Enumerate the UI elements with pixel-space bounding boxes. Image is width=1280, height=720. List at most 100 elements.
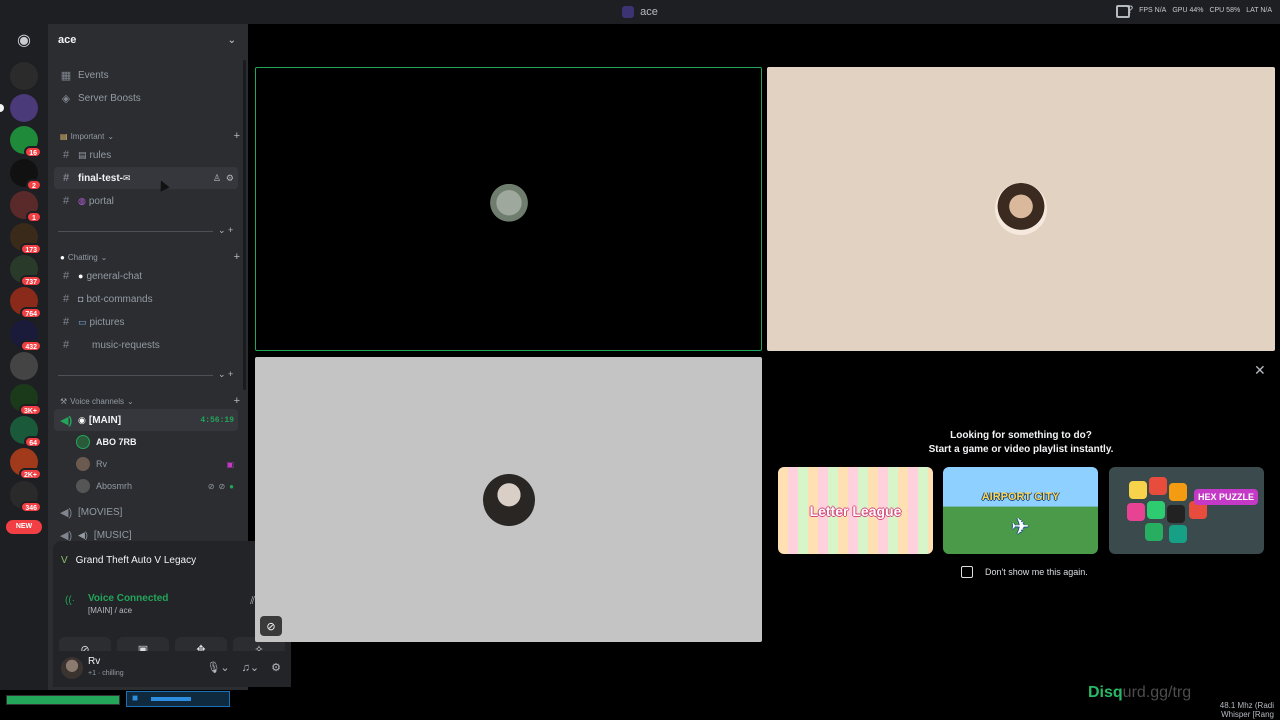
channel-pictures[interactable]: # ▭ pictures — [54, 311, 238, 333]
unread-badge: 2K+ — [18, 468, 42, 481]
unread-badge: 16 — [24, 146, 42, 159]
category-voice-channels[interactable]: ⚒ Voice channels ⌄ + — [60, 394, 240, 408]
unread-badge: 737 — [20, 275, 42, 288]
close-icon[interactable]: ✕ — [1254, 362, 1266, 379]
help-icon[interactable]: ? — [1127, 4, 1133, 16]
deafened-icon: ⊘ — [218, 481, 226, 491]
signal-icon: ((· — [65, 595, 75, 606]
video-tile[interactable] — [767, 67, 1275, 351]
channel-music-requests[interactable]: # music-requests — [54, 334, 238, 356]
server-icon[interactable]: 16 — [10, 126, 42, 159]
server-icon[interactable]: 737 — [10, 255, 42, 288]
activity-card-airport-city[interactable]: AIRPORT CITY ✈ — [943, 467, 1098, 554]
server-icon[interactable] — [10, 351, 38, 380]
channel-bot-commands[interactable]: # ◘ bot-commands — [54, 288, 238, 310]
cpu-stat: CPU 58% — [1209, 6, 1241, 14]
create-channel-icon[interactable]: + — [234, 395, 240, 407]
server-icon[interactable] — [0, 94, 38, 123]
voice-channel-movies[interactable]: ◀) [MOVIES] — [54, 501, 238, 523]
server-icon[interactable]: 2K+ — [10, 448, 42, 481]
voice-user[interactable]: Rv ▣ — [76, 454, 238, 474]
selected-indicator — [0, 104, 4, 113]
microphone-icon[interactable]: 🎙︎⌄ — [206, 661, 229, 674]
new-badge: NEW — [6, 520, 42, 534]
server-rail: ◉ 16 2 1 173 737 764 432 3K+ 64 2K+ 346 NEW — [0, 24, 48, 690]
game-logo-icon: V — [61, 555, 68, 566]
server-icon[interactable]: 432 — [10, 319, 42, 352]
channel-portal[interactable]: # ◍ portal — [54, 190, 238, 212]
chevron-down-icon[interactable]: ⌄ + — [218, 225, 233, 236]
username: Rv — [88, 656, 101, 667]
chevron-down-icon: ⌄ — [227, 34, 236, 46]
calendar-icon: ▦ — [60, 69, 72, 82]
voice-user[interactable]: Abosmrh ⊘ ⊘ ● — [76, 476, 238, 496]
chevron-down-icon: ⌄ — [107, 131, 115, 141]
game-activity[interactable]: V Grand Theft Auto V Legacy — [61, 555, 196, 566]
sidebar-scrollbar[interactable] — [243, 60, 246, 390]
voice-timer: 4:56:19 — [200, 415, 234, 425]
server-icon[interactable]: 346 — [10, 480, 42, 513]
channel-general-chat[interactable]: # ● general-chat — [54, 265, 238, 287]
checkbox[interactable] — [961, 566, 973, 578]
voice-user[interactable]: ABO 7RB — [76, 432, 238, 452]
server-icon[interactable]: 1 — [10, 190, 42, 223]
fps-stat: FPS N/A — [1139, 6, 1167, 14]
voice-channel-main[interactable]: ◀) ◉ [MAIN] 4:56:19 — [54, 409, 238, 431]
activity-card-letter-league[interactable]: Letter League — [778, 467, 933, 554]
chevron-down-icon: ⌄ — [127, 396, 134, 406]
watermark: Disqurd.gg/trg — [1088, 684, 1192, 701]
channel-rules[interactable]: # ▤ rules — [54, 144, 238, 166]
blue-meter: ■ — [126, 691, 230, 707]
scroll-emoji-icon: ▤ — [60, 131, 68, 141]
mic-muted-icon: ⊘ — [207, 481, 215, 491]
boost-icon: ◈ — [61, 92, 71, 105]
guild-header[interactable]: ace ⌄ — [48, 24, 248, 56]
avatar[interactable] — [61, 657, 83, 679]
server-icon[interactable]: 2 — [10, 158, 42, 191]
video-tile[interactable] — [255, 67, 762, 351]
gear-icon[interactable]: ⚙ — [226, 173, 234, 184]
create-channel-icon[interactable]: + — [234, 251, 240, 263]
headphones-icon[interactable]: ♫⌄ — [242, 661, 259, 674]
server-icon — [622, 6, 635, 18]
divider — [58, 231, 213, 232]
chevron-down-icon[interactable]: ⌄ + — [218, 369, 233, 380]
voice-location[interactable]: [MAIN] / ace — [88, 606, 132, 615]
server-icon[interactable]: 764 — [10, 287, 42, 320]
airplane-icon: ✈ — [1011, 514, 1030, 539]
live-icon: ● — [229, 481, 234, 491]
unread-badge: 64 — [24, 436, 42, 449]
hashtag-icon: # — [62, 293, 70, 305]
megaphone-emoji-icon: ◉ — [78, 414, 86, 425]
events-item[interactable]: ▦ Events — [54, 64, 238, 86]
channel-sidebar: ace ⌄ ▦ Events ◈ Server Boosts ▤ Importa… — [48, 24, 291, 690]
dont-show-checkbox[interactable]: Don't show me this again. — [961, 566, 1088, 578]
invite-icon[interactable]: ♙ — [213, 173, 221, 184]
unread-badge: 432 — [20, 339, 42, 352]
picture-emoji-icon: ▭ — [78, 316, 87, 327]
server-icon[interactable]: 173 — [10, 223, 42, 255]
create-channel-icon[interactable]: + — [234, 130, 240, 142]
server-icon[interactable] — [10, 62, 38, 90]
radio-frequency: 48.1 Mhz (Radi Whisper [Rang — [1219, 701, 1274, 719]
discord-home-icon[interactable]: ◉ — [12, 30, 36, 50]
game-icon: ▣ — [226, 459, 234, 469]
video-tile[interactable]: ⊘ — [255, 357, 762, 642]
unread-badge: 3K+ — [18, 404, 42, 416]
unread-badge: 173 — [20, 243, 42, 255]
activity-card-hex-puzzle[interactable]: HEX PUZZLE — [1109, 467, 1264, 554]
guild-name: ace — [58, 34, 77, 46]
gear-icon[interactable]: ⚙ — [271, 661, 281, 674]
streaming-icon: ⊘ — [260, 616, 282, 636]
avatar — [482, 183, 535, 235]
server-boosts-item[interactable]: ◈ Server Boosts — [54, 87, 238, 109]
server-icon[interactable]: 3K+ — [10, 384, 42, 416]
server-icon[interactable]: 64 — [10, 416, 42, 449]
category-important[interactable]: ▤ Important ⌄ + — [60, 129, 240, 143]
speaker-emoji-icon: ◀) — [78, 529, 88, 540]
hammer-icon: ⚒ — [60, 396, 68, 406]
hashtag-icon: # — [62, 149, 70, 161]
channel-final-test[interactable]: # final-test- ✉ ♙ ⚙ — [54, 167, 238, 189]
category-chatting[interactable]: ● Chatting ⌄ + — [60, 250, 240, 264]
mail-emoji-icon: ✉ — [123, 172, 131, 183]
